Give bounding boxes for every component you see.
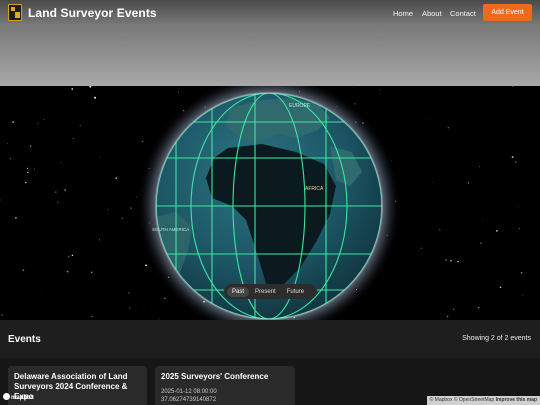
nav-contact[interactable]: Contact (450, 9, 476, 18)
star (446, 315, 449, 318)
star (130, 207, 132, 209)
star (64, 188, 67, 191)
star (478, 307, 480, 309)
star (100, 156, 101, 158)
site-header: Land Surveyor Events Home About Contact … (0, 0, 540, 86)
star (353, 87, 354, 89)
star (522, 294, 524, 296)
mapbox-logo[interactable]: mapbox (3, 393, 34, 401)
star (143, 309, 145, 311)
star (164, 297, 166, 300)
brand-title[interactable]: Land Surveyor Events (28, 6, 157, 20)
star (380, 89, 381, 90)
map-attribution: © Mapbox © OpenStreetMap Improve this ma… (426, 396, 540, 405)
star (496, 230, 498, 232)
star (71, 88, 74, 90)
improve-map-link[interactable]: Improve this map (496, 397, 537, 403)
star (141, 140, 144, 143)
logo-icon[interactable] (8, 4, 22, 21)
star (467, 182, 469, 184)
star (1, 314, 3, 316)
star (67, 255, 70, 258)
star (178, 92, 179, 93)
star (499, 286, 502, 289)
star (22, 269, 25, 272)
star (445, 259, 447, 261)
star (447, 127, 449, 129)
star (480, 242, 482, 244)
events-count: Showing 2 of 2 events (462, 335, 531, 342)
star (41, 291, 43, 293)
star (518, 228, 520, 230)
label-africa: AFRICA (305, 186, 324, 192)
star (453, 308, 455, 310)
star (54, 191, 57, 193)
star (57, 201, 59, 203)
star (79, 124, 81, 126)
star (136, 196, 138, 198)
filter-present-button[interactable]: Present (250, 287, 281, 297)
event-card[interactable]: 2025 Surveyors' Conference 2025-01-12 08… (155, 366, 295, 405)
star (107, 208, 109, 211)
star (6, 143, 8, 144)
star (12, 121, 14, 123)
filter-future-button[interactable]: Future (282, 287, 309, 297)
star (72, 137, 75, 140)
star (37, 123, 39, 125)
star (354, 103, 356, 105)
event-card-date: 2025-01-12 08:00:00 (161, 389, 217, 395)
nav-home[interactable]: Home (393, 9, 413, 18)
star (43, 119, 45, 121)
star (511, 156, 514, 158)
star (520, 271, 523, 274)
event-card-coordinate: 37.06274739140872 (161, 397, 217, 403)
star (145, 264, 147, 267)
star (90, 94, 92, 96)
star (94, 96, 97, 99)
label-europe: EUROPE (289, 103, 311, 109)
star (450, 260, 452, 262)
star (91, 315, 93, 318)
star (34, 168, 36, 170)
star (66, 270, 69, 273)
star (457, 261, 459, 263)
events-header: Events Showing 2 of 2 events (0, 320, 540, 358)
star (15, 217, 17, 219)
star (426, 117, 428, 119)
label-south-america: SOUTH AMERICA (152, 227, 189, 232)
mapbox-logo-icon (3, 393, 10, 400)
star (482, 218, 484, 220)
attribution-text[interactable]: © Mapbox © OpenStreetMap (430, 397, 495, 403)
time-filter-toggle: Past Present Future (224, 284, 317, 299)
filter-past-button[interactable]: Past (227, 286, 250, 297)
add-event-button[interactable]: Add Event (483, 4, 532, 21)
star (98, 239, 100, 241)
star (71, 254, 74, 257)
star (89, 86, 92, 88)
star (129, 307, 131, 309)
star (26, 167, 29, 169)
star (420, 247, 422, 249)
star (115, 177, 117, 179)
events-title: Events (8, 334, 41, 345)
star (27, 171, 29, 174)
star (121, 217, 124, 220)
globe-map[interactable]: EUROPE AFRICA SOUTH AMERICA Past Present… (0, 86, 540, 320)
star (24, 181, 27, 184)
star (479, 166, 481, 168)
star (60, 162, 62, 164)
star (433, 182, 434, 183)
star (9, 157, 12, 160)
nav-about[interactable]: About (422, 9, 442, 18)
star (91, 271, 93, 273)
star (439, 229, 441, 231)
event-card-title: 2025 Surveyors' Conference (161, 372, 269, 381)
star (30, 145, 32, 147)
star (517, 206, 519, 207)
star (512, 86, 514, 87)
star (128, 292, 130, 294)
star (0, 199, 1, 201)
star (515, 161, 517, 163)
